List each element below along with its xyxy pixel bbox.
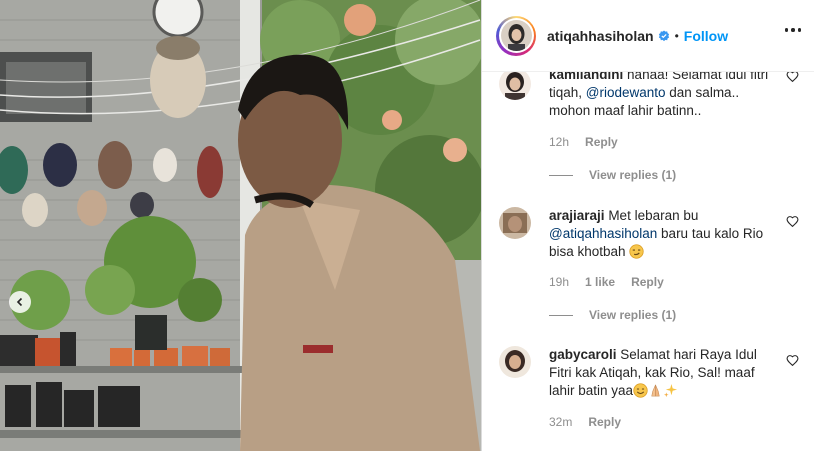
smiling-face-emoji-icon (633, 383, 648, 398)
follow-button[interactable]: Follow (684, 28, 728, 44)
post-header: atiqahhasiholan • Follow (482, 0, 814, 72)
view-replies-button[interactable]: View replies (1) (549, 308, 676, 322)
reply-button[interactable]: Reply (588, 415, 621, 429)
comment-item: gabycaroli Selamat hari Raya Idul Fitri … (499, 346, 799, 436)
mention-link[interactable]: @riodewanto (586, 85, 666, 100)
separator-dot: • (674, 28, 679, 43)
reply-button[interactable]: Reply (585, 135, 618, 149)
comment-username[interactable]: kamilandini (549, 72, 623, 82)
post-side-panel: atiqahhasiholan • Follow kamilandini hah… (481, 0, 814, 451)
folded-hands-emoji-icon (651, 384, 660, 397)
comment-meta: 12h Reply (549, 135, 618, 149)
like-heart-icon[interactable] (786, 72, 799, 83)
chevron-left-icon (16, 297, 23, 307)
view-replies-label: View replies (1) (589, 308, 677, 322)
verified-badge-icon (658, 30, 669, 41)
comment-meta: 32m Reply (549, 415, 621, 429)
divider-line (549, 314, 573, 316)
comment-likes[interactable]: 1 like (585, 275, 615, 289)
like-heart-icon[interactable] (786, 354, 799, 367)
commenter-avatar[interactable] (499, 72, 531, 100)
smirk-emoji-icon (629, 244, 644, 259)
comment-text: arajiaraji Met lebaran bu @atiqahhasihol… (549, 207, 771, 261)
post-author-username[interactable]: atiqahhasiholan (547, 28, 654, 44)
comment-username[interactable]: arajiaraji (549, 208, 605, 223)
comment-text-part: Met lebaran bu (608, 208, 699, 223)
comment-username[interactable]: gabycaroli (549, 347, 617, 362)
video-frame (0, 0, 481, 451)
post-media[interactable] (0, 0, 481, 451)
comment-meta: 19h 1 like Reply (549, 275, 664, 289)
mention-link[interactable]: @atiqahhasiholan (549, 226, 657, 241)
comment-timestamp[interactable]: 32m (549, 415, 572, 429)
commenter-avatar[interactable] (499, 346, 531, 378)
previous-media-button[interactable] (9, 291, 31, 313)
more-options-icon[interactable] (784, 28, 801, 32)
view-replies-label: View replies (1) (589, 168, 677, 182)
comment-timestamp[interactable]: 12h (549, 135, 569, 149)
commenter-avatar[interactable] (499, 207, 531, 239)
reply-button[interactable]: Reply (631, 275, 664, 289)
profile-avatar[interactable] (496, 15, 536, 56)
comments-list: kamilandini hahaa! Selamat idul fitri ti… (482, 72, 814, 451)
sparkles-emoji-icon (664, 383, 678, 398)
view-replies-button[interactable]: View replies (1) (549, 168, 676, 182)
comment-text: gabycaroli Selamat hari Raya Idul Fitri … (549, 346, 771, 400)
comment-text: kamilandini hahaa! Selamat idul fitri ti… (549, 72, 771, 120)
comment-timestamp[interactable]: 19h (549, 275, 569, 289)
like-heart-icon[interactable] (786, 215, 799, 228)
divider-line (549, 174, 573, 176)
